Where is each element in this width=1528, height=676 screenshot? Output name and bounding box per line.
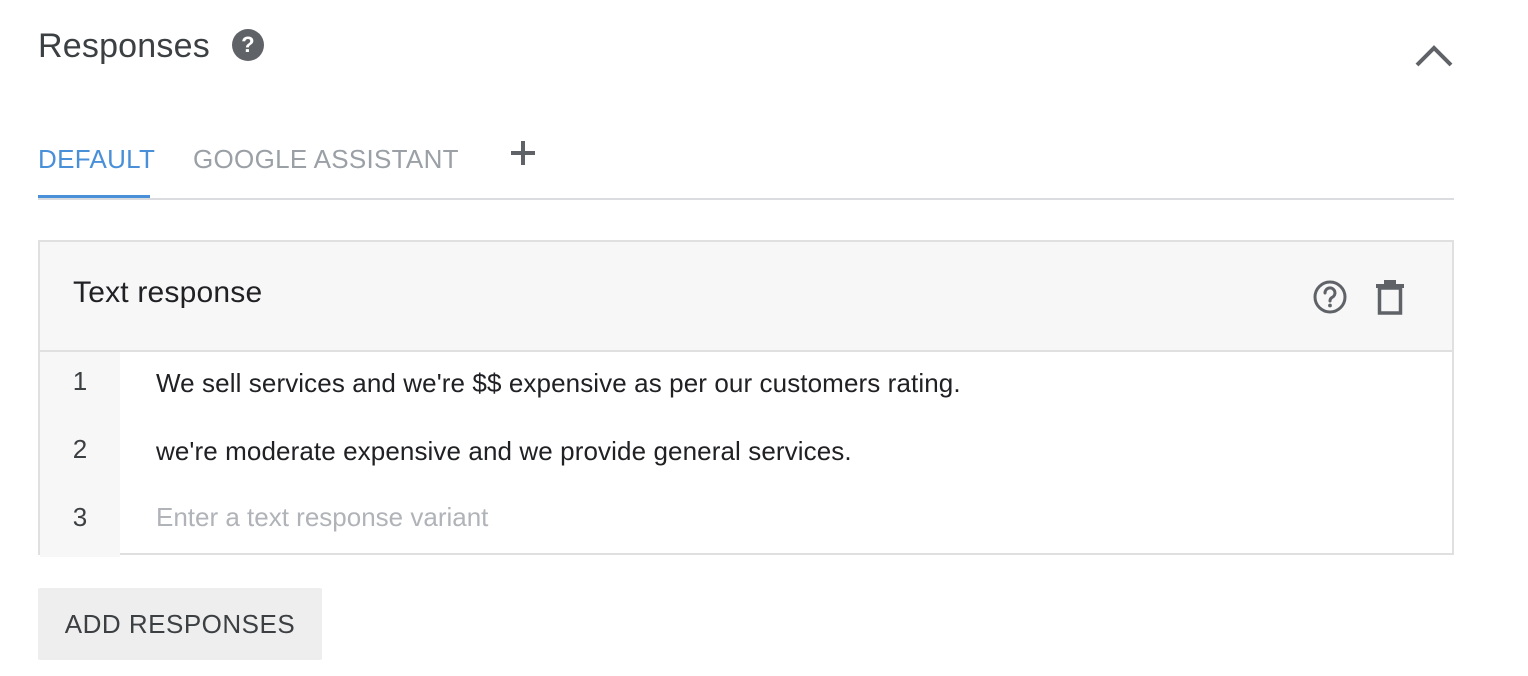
add-responses-button[interactable]: ADD RESPONSES	[38, 588, 322, 660]
card-help-button[interactable]	[1312, 279, 1348, 315]
card-header: Text response	[40, 242, 1452, 352]
response-row: 3	[40, 488, 1452, 556]
response-row: 1 We sell services and we're $$ expensiv…	[40, 352, 1452, 420]
response-row: 2 we're moderate expensive and we provid…	[40, 420, 1452, 488]
plus-icon	[511, 141, 535, 165]
responses-panel: Responses ? DEFAULT GOOGLE ASSISTANT Tex…	[0, 0, 1528, 676]
help-circle-icon[interactable]: ?	[231, 29, 264, 61]
response-text[interactable]: we're moderate expensive and we provide …	[156, 436, 852, 467]
row-number: 2	[72, 434, 88, 464]
card-title: Text response	[73, 276, 263, 309]
row-number: 1	[72, 366, 88, 396]
tab-google-assistant[interactable]: GOOGLE ASSISTANT	[193, 144, 459, 198]
trash-icon	[1376, 280, 1404, 315]
text-response-card: Text response 1 We sell services and we'…	[38, 240, 1454, 557]
help-outline-icon	[1313, 280, 1347, 314]
tab-bar: DEFAULT GOOGLE ASSISTANT	[38, 134, 1454, 200]
add-tab-button[interactable]	[508, 138, 538, 168]
chevron-up-icon	[1415, 45, 1453, 67]
section-header: Responses ?	[38, 22, 264, 70]
delete-button[interactable]	[1374, 278, 1406, 316]
tab-default[interactable]: DEFAULT	[38, 144, 155, 198]
row-number: 3	[72, 502, 88, 532]
section-title: Responses	[38, 27, 210, 65]
response-text[interactable]: We sell services and we're $$ expensive …	[156, 368, 961, 399]
new-response-input[interactable]	[156, 502, 1356, 533]
collapse-button[interactable]	[1410, 36, 1458, 76]
response-rows: 1 We sell services and we're $$ expensiv…	[40, 352, 1452, 557]
